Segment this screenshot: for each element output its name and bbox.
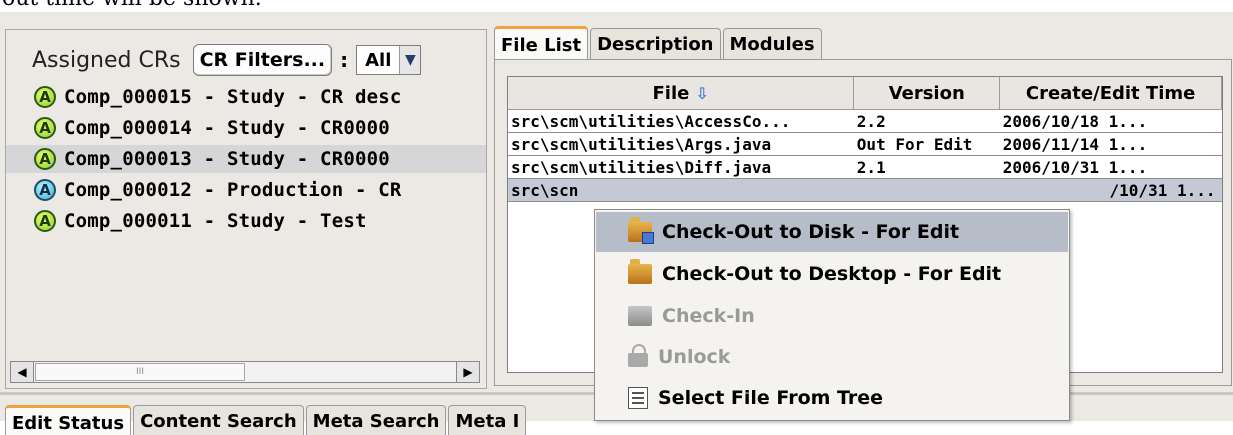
assigned-badge-icon: A: [34, 117, 56, 139]
cell-time: 2006/10/18 1...: [999, 109, 1222, 133]
cr-list-item[interactable]: A Comp_000015 - Study - CR desc: [6, 83, 486, 111]
checkout-disk-icon: [628, 217, 654, 244]
menu-item-label: Check-In: [662, 305, 755, 327]
filter-select-value: All: [365, 49, 392, 71]
assigned-badge-icon: A: [34, 86, 56, 108]
column-header-time[interactable]: Create/Edit Time: [999, 77, 1222, 110]
sort-down-arrow-icon: ⇩: [695, 83, 709, 103]
column-header-file-label: File: [652, 82, 690, 104]
scroll-left-icon[interactable]: ◀: [11, 362, 34, 382]
bottom-tabs: Edit Status Content Search Meta Search M…: [5, 405, 528, 435]
assigned-crs-panel: Assigned CRs CR Filters... : All ▼ A Com…: [5, 29, 487, 389]
tab-description[interactable]: Description: [590, 28, 721, 59]
horizontal-scrollbar[interactable]: ◀ III ▶: [10, 361, 480, 383]
table-row[interactable]: src\scm\utilities\AccessCo... 2.2 2006/1…: [508, 109, 1222, 133]
tab-meta-other[interactable]: Meta I: [448, 405, 527, 435]
table-header-row: File ⇩ Version Create/Edit Time: [508, 77, 1222, 110]
cell-time: 2006/11/14 1...: [999, 132, 1222, 156]
cr-list-item[interactable]: A Comp_000013 - Study - CR0000: [6, 145, 486, 173]
menu-item-checkin[interactable]: Check-In: [596, 296, 1068, 336]
cr-list-item[interactable]: A Comp_000012 - Production - CR: [6, 176, 486, 204]
chevron-down-icon[interactable]: ▼: [399, 46, 421, 74]
menu-item-label: Select File From Tree: [658, 387, 884, 409]
cell-file: src\scm\utilities\Diff.java: [508, 155, 854, 179]
assigned-badge-icon: A: [34, 179, 56, 201]
scrollbar-thumb[interactable]: III: [35, 363, 245, 381]
unlock-icon: [628, 344, 648, 367]
tab-file-list[interactable]: File List: [494, 26, 589, 61]
menu-item-checkout-disk[interactable]: Check-Out to Disk - For Edit: [596, 212, 1068, 252]
cr-item-label: Comp_000013 - Study - CR0000: [64, 148, 390, 170]
table-row[interactable]: src\scn /10/31 1...: [508, 178, 1222, 202]
menu-item-select-file-from-tree[interactable]: Select File From Tree: [596, 378, 1068, 418]
cr-list-item[interactable]: A Comp_000014 - Study - CR0000: [6, 114, 486, 142]
cr-item-label: Comp_000011 - Study - Test: [64, 210, 367, 232]
page-caption: out time will be shown.: [2, 0, 262, 11]
cr-item-label: Comp_000012 - Production - CR: [64, 179, 402, 201]
menu-item-label: Unlock: [658, 346, 731, 368]
cell-version: Out For Edit: [853, 132, 1000, 156]
assigned-badge-icon: A: [34, 148, 56, 170]
tab-edit-status[interactable]: Edit Status: [5, 405, 132, 435]
cell-version: 2.1: [853, 155, 1000, 179]
cell-version: 2.2: [853, 109, 1000, 133]
menu-item-unlock[interactable]: Unlock: [596, 337, 1068, 377]
cell-time: /10/31 1...: [999, 178, 1222, 202]
cr-list-item[interactable]: A Comp_000011 - Study - Test: [6, 207, 486, 235]
table-row[interactable]: src\scm\utilities\Args.java Out For Edit…: [508, 132, 1222, 156]
file-panel-tabs: File List Description Modules: [494, 26, 824, 61]
assigned-crs-title: Assigned CRs: [32, 47, 181, 73]
column-header-version[interactable]: Version: [853, 77, 1001, 110]
filter-colon: :: [340, 48, 349, 72]
menu-item-label: Check-Out to Disk - For Edit: [662, 221, 960, 243]
cell-file: src\scn: [508, 178, 854, 202]
file-table: File ⇩ Version Create/Edit Time src\scm\u…: [508, 77, 1222, 202]
file-context-menu: Check-Out to Disk - For Edit Check-Out t…: [594, 209, 1070, 421]
checkout-desktop-icon: [628, 259, 652, 284]
cr-item-label: Comp_000014 - Study - CR0000: [64, 117, 390, 139]
checkin-icon: [628, 306, 652, 326]
tab-content-search[interactable]: Content Search: [133, 405, 304, 435]
cell-time: 2006/10/31 1...: [999, 155, 1222, 179]
cell-version: [853, 178, 1000, 202]
select-tree-icon: [628, 387, 648, 409]
filter-select[interactable]: All ▼: [356, 45, 422, 75]
column-header-file[interactable]: File ⇩: [508, 77, 855, 110]
tab-modules[interactable]: Modules: [722, 28, 822, 59]
cell-file: src\scm\utilities\AccessCo...: [508, 109, 854, 133]
menu-item-label: Check-Out to Desktop - For Edit: [662, 263, 1002, 285]
cr-list: A Comp_000015 - Study - CR desc A Comp_0…: [6, 83, 486, 238]
cell-file: src\scm\utilities\Args.java: [508, 132, 854, 156]
tab-meta-search[interactable]: Meta Search: [305, 405, 447, 435]
cr-item-label: Comp_000015 - Study - CR desc: [64, 86, 402, 108]
table-row[interactable]: src\scm\utilities\Diff.java 2.1 2006/10/…: [508, 155, 1222, 179]
assigned-crs-header: Assigned CRs CR Filters... : All ▼: [32, 42, 422, 78]
menu-item-checkout-desktop[interactable]: Check-Out to Desktop - For Edit: [596, 254, 1068, 294]
scroll-right-icon[interactable]: ▶: [456, 362, 479, 382]
cr-filters-button[interactable]: CR Filters...: [192, 44, 333, 76]
assigned-badge-icon: A: [34, 210, 56, 232]
